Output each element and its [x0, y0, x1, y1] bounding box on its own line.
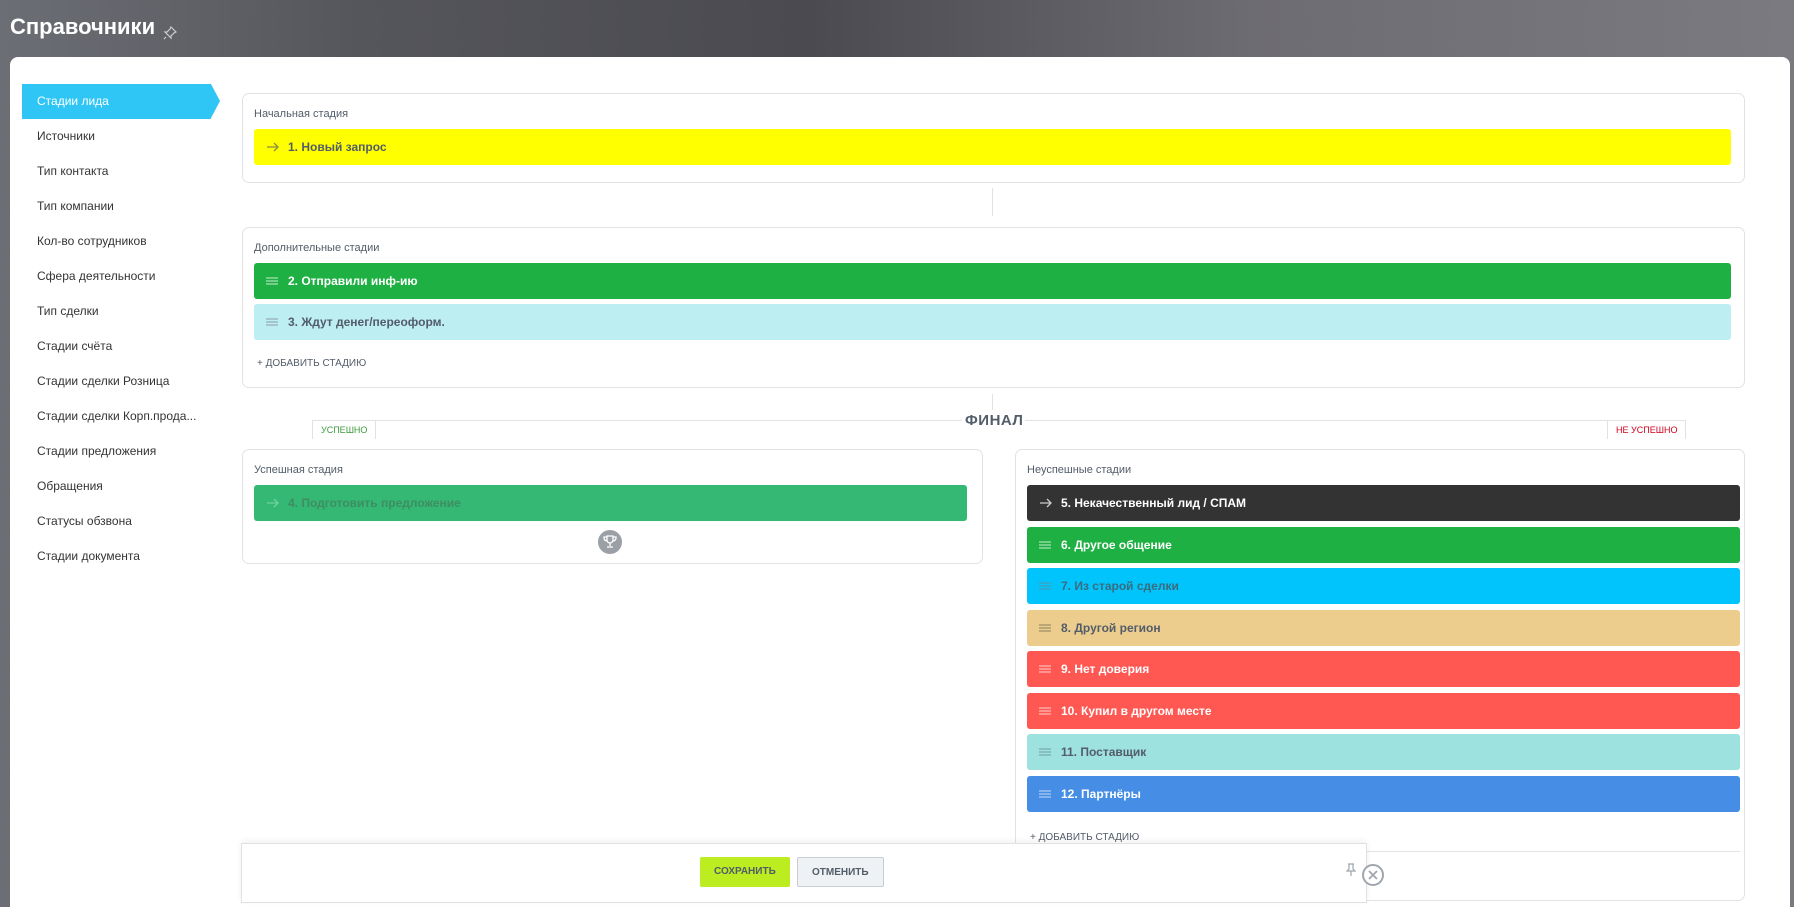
stage-label: 4. Подготовить предложение — [288, 496, 461, 510]
sidebar-menu: Стадии лида Источники Тип контакта Тип к… — [22, 84, 222, 574]
stage-item[interactable]: 12. Партнёры — [1027, 776, 1740, 812]
close-icon[interactable] — [1362, 864, 1384, 886]
sidebar-item-corp-deal-stages[interactable]: Стадии сделки Корп.прода... — [22, 399, 222, 434]
success-stage-box: Успешная стадия 4. Подготовить предложен… — [242, 449, 983, 564]
sidebar-item-quote-stages[interactable]: Стадии предложения — [22, 434, 222, 469]
stage-item[interactable]: 3. Ждут денег/переоформ. — [254, 304, 1731, 340]
trophy-icon — [598, 530, 622, 554]
stage-item[interactable]: 9. Нет доверия — [1027, 651, 1740, 687]
sidebar-item-employees[interactable]: Кол-во сотрудников — [22, 224, 222, 259]
stage-label: 6. Другое общение — [1061, 538, 1172, 552]
connector-line — [992, 394, 993, 410]
arrow-right-icon — [1039, 498, 1053, 508]
add-stage-link[interactable]: + ДОБАВИТЬ СТАДИЮ — [257, 358, 366, 369]
success-tag: УСПЕШНО — [312, 420, 377, 439]
stage-label: 9. Нет доверия — [1061, 662, 1150, 676]
drag-handle-icon[interactable] — [1039, 707, 1053, 715]
cancel-button[interactable]: ОТМЕНИТЬ — [797, 857, 884, 887]
pin-icon[interactable] — [1345, 863, 1357, 882]
sidebar-item-industry[interactable]: Сфера деятельности — [22, 259, 222, 294]
failure-tag: НЕ УСПЕШНО — [1607, 420, 1687, 439]
action-footer: СОХРАНИТЬ ОТМЕНИТЬ — [241, 843, 1367, 903]
stage-item[interactable]: 1. Новый запрос — [254, 129, 1731, 165]
failure-stages-box: Неуспешные стадии 5. Некачественный лид … — [1015, 449, 1745, 901]
sidebar-item-sources[interactable]: Источники — [22, 119, 222, 154]
sidebar-item-call-statuses[interactable]: Статусы обзвона — [22, 504, 222, 539]
arrow-right-icon — [266, 142, 280, 152]
additional-stages-box: Дополнительные стадии 2. Отправили инф-и… — [242, 227, 1745, 388]
stage-item[interactable]: 11. Поставщик — [1027, 734, 1740, 770]
additional-stages-title: Дополнительные стадии — [254, 242, 380, 254]
sidebar-item-deal-type[interactable]: Тип сделки — [22, 294, 222, 329]
drag-handle-icon[interactable] — [266, 277, 280, 285]
drag-handle-icon[interactable] — [1039, 541, 1053, 549]
page-title: Справочники — [10, 14, 178, 40]
final-divider-right — [1025, 420, 1675, 421]
stage-label: 3. Ждут денег/переоформ. — [288, 315, 445, 329]
stage-item[interactable]: 6. Другое общение — [1027, 527, 1740, 563]
sidebar-item-lead-stages[interactable]: Стадии лида — [22, 84, 220, 119]
stage-label: 11. Поставщик — [1061, 745, 1147, 759]
stage-item[interactable]: 7. Из старой сделки — [1027, 568, 1740, 604]
stage-label: 7. Из старой сделки — [1061, 579, 1179, 593]
sidebar-item-company-type[interactable]: Тип компании — [22, 189, 222, 224]
stage-item[interactable]: 8. Другой регион — [1027, 610, 1740, 646]
sidebar-item-retail-deal-stages[interactable]: Стадии сделки Розница — [22, 364, 222, 399]
final-heading: ФИНАЛ — [965, 412, 1024, 429]
pin-icon[interactable] — [163, 20, 178, 40]
drag-handle-icon[interactable] — [1039, 790, 1053, 798]
sidebar-item-appeals[interactable]: Обращения — [22, 469, 222, 504]
sidebar-item-contact-type[interactable]: Тип контакта — [22, 154, 222, 189]
initial-stage-title: Начальная стадия — [254, 108, 349, 120]
stage-label: 5. Некачественный лид / СПАМ — [1061, 496, 1247, 510]
connector-line — [992, 188, 993, 216]
drag-handle-icon[interactable] — [266, 318, 280, 326]
drag-handle-icon[interactable] — [1039, 582, 1053, 590]
success-stage-title: Успешная стадия — [254, 464, 343, 476]
sidebar-item-document-stages[interactable]: Стадии документа — [22, 539, 222, 574]
stage-label: 8. Другой регион — [1061, 621, 1161, 635]
failure-stages-title: Неуспешные стадии — [1027, 464, 1132, 476]
add-stage-link[interactable]: + ДОБАВИТЬ СТАДИЮ — [1030, 832, 1139, 843]
sidebar-item-invoice-stages[interactable]: Стадии счёта — [22, 329, 222, 364]
stage-label: 10. Купил в другом месте — [1061, 704, 1212, 718]
drag-handle-icon[interactable] — [1039, 624, 1053, 632]
page-title-text: Справочники — [10, 14, 156, 39]
stage-label: 12. Партнёры — [1061, 787, 1141, 801]
drag-handle-icon[interactable] — [1039, 748, 1053, 756]
stage-label: 1. Новый запрос — [288, 140, 387, 154]
stage-item[interactable]: 10. Купил в другом месте — [1027, 693, 1740, 729]
drag-handle-icon[interactable] — [1039, 665, 1053, 673]
final-divider-left — [312, 420, 962, 421]
stage-item[interactable]: 5. Некачественный лид / СПАМ — [1027, 485, 1740, 521]
stage-item[interactable]: 4. Подготовить предложение — [254, 485, 967, 521]
save-button[interactable]: СОХРАНИТЬ — [700, 857, 790, 887]
stage-label: 2. Отправили инф-ию — [288, 274, 418, 288]
initial-stage-box: Начальная стадия 1. Новый запрос — [242, 93, 1745, 183]
stage-item[interactable]: 2. Отправили инф-ию — [254, 263, 1731, 299]
arrow-right-icon — [266, 498, 280, 508]
main-panel: Стадии лида Источники Тип контакта Тип к… — [10, 57, 1790, 907]
